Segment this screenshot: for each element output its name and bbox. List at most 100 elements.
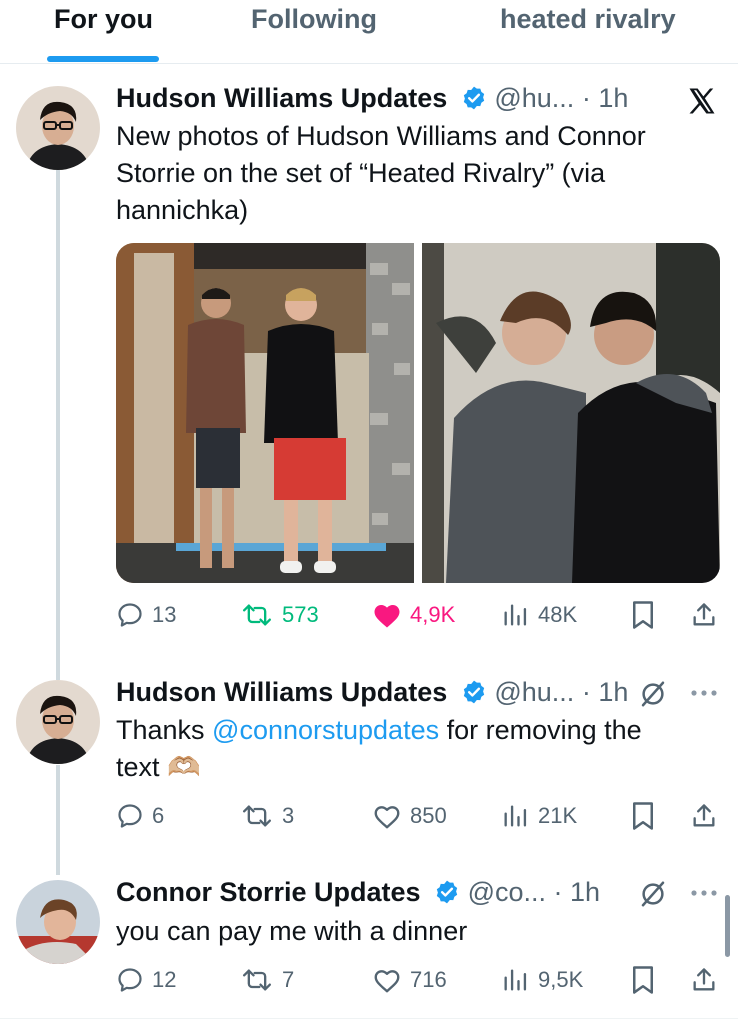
like-count: 716 <box>410 967 447 992</box>
tweet-actions: 12 7 716 9,5K <box>116 962 726 998</box>
tweet-text-line: hannichka) <box>116 195 249 225</box>
retweet-count: 3 <box>282 803 295 828</box>
author-handle[interactable]: @hu... <box>494 677 574 707</box>
timestamp[interactable]: 1h <box>570 877 600 907</box>
tweet-text: New photos of Hudson Williams and Connor… <box>116 118 646 229</box>
author-handle[interactable]: @hu... <box>494 83 574 113</box>
media-grid <box>116 243 720 583</box>
views-button[interactable]: 48K <box>500 597 577 633</box>
bookmark-button[interactable] <box>630 962 664 998</box>
retweet-button[interactable]: 7 <box>240 962 294 998</box>
x-logo-icon <box>689 88 715 114</box>
reply-count: 13 <box>152 602 177 627</box>
author-name[interactable]: Hudson Williams Updates <box>116 677 447 707</box>
share-button[interactable] <box>690 962 726 998</box>
avatar[interactable] <box>16 880 100 964</box>
timestamp[interactable]: 1h <box>598 677 628 707</box>
share-button[interactable] <box>690 798 726 834</box>
retweet-icon <box>243 604 271 626</box>
retweet-button[interactable]: 573 <box>240 597 319 633</box>
tweet-header: Hudson Williams Updates @hu... · 1h <box>116 677 628 711</box>
bookmark-button[interactable] <box>630 798 664 834</box>
views-chart-icon <box>504 604 527 626</box>
bookmark-icon <box>633 966 653 994</box>
scrollbar[interactable] <box>725 895 730 957</box>
views-count: 9,5K <box>538 967 584 992</box>
tweet-text-segment: for removing the <box>439 715 642 745</box>
author-handle[interactable]: @co... <box>468 877 546 907</box>
photo-set-image[interactable] <box>116 243 720 583</box>
tweet-actions: 13 573 4,9K 48K <box>116 597 726 633</box>
retweet-button[interactable]: 3 <box>240 798 294 834</box>
like-button[interactable]: 850 <box>372 798 447 834</box>
separator-dot: · <box>581 677 591 707</box>
like-count: 850 <box>410 803 447 828</box>
heart-filled-icon <box>374 605 400 628</box>
tweet-text-line: Storrie on the set of “Heated Rivalry” (… <box>116 158 606 188</box>
bookmark-button[interactable] <box>630 597 664 633</box>
timeline-tabs: For you Following heated rivalry <box>0 0 738 64</box>
retweet-count: 573 <box>282 602 319 627</box>
more-options-icon[interactable] <box>690 688 718 698</box>
heart-icon <box>374 970 400 993</box>
share-icon <box>693 968 715 991</box>
like-button[interactable]: 4,9K <box>372 597 455 633</box>
thread-connector-line <box>56 765 60 875</box>
reply-icon <box>118 804 142 828</box>
separator-dot: · <box>553 877 563 907</box>
reply-icon <box>118 968 142 992</box>
tweet-header: Connor Storrie Updates @co... · 1h <box>116 877 600 911</box>
more-options-icon[interactable] <box>690 888 718 898</box>
timestamp[interactable]: 1h <box>598 83 628 113</box>
thread-connector-line <box>56 170 60 680</box>
tweet-text-segment: Thanks <box>116 715 213 745</box>
like-count: 4,9K <box>410 602 456 627</box>
views-chart-icon <box>504 805 527 827</box>
bookmark-icon <box>633 601 653 629</box>
tweet-text-line: New photos of Hudson Williams and Connor <box>116 121 646 151</box>
reply-button[interactable]: 6 <box>116 798 164 834</box>
author-name[interactable]: Hudson Williams Updates <box>116 83 447 113</box>
tab-heated-rivalry[interactable]: heated rivalry <box>500 4 676 35</box>
views-count: 48K <box>538 602 578 627</box>
views-button[interactable]: 21K <box>500 798 577 834</box>
bookmark-icon <box>633 802 653 830</box>
views-count: 21K <box>538 803 578 828</box>
avatar[interactable] <box>16 86 100 170</box>
share-button[interactable] <box>690 597 726 633</box>
tweet-actions: 6 3 850 21K <box>116 798 726 834</box>
verified-badge-icon <box>463 86 485 110</box>
tweet-text: Thanks @connorstupdates for removing the… <box>116 712 642 786</box>
retweet-icon <box>243 969 271 991</box>
views-chart-icon <box>504 969 527 991</box>
retweet-icon <box>243 805 271 827</box>
grok-icon[interactable] <box>638 879 668 909</box>
tweet-text-line: Thanks @connorstupdates for removing the <box>116 712 642 749</box>
views-button[interactable]: 9,5K <box>500 962 583 998</box>
reply-count: 12 <box>152 967 177 992</box>
heart-icon <box>374 806 400 829</box>
tweet-header: Hudson Williams Updates @hu... · 1h <box>116 83 628 117</box>
bottom-divider <box>0 1018 738 1019</box>
reply-button[interactable]: 13 <box>116 597 176 633</box>
tab-following[interactable]: Following <box>251 4 377 35</box>
reply-icon <box>118 603 142 627</box>
tweet-text: you can pay me with a dinner <box>116 913 467 950</box>
active-tab-indicator <box>47 56 159 62</box>
share-icon <box>693 804 715 827</box>
separator-dot: · <box>581 83 591 113</box>
retweet-count: 7 <box>282 967 295 992</box>
grok-icon[interactable] <box>638 679 668 709</box>
like-button[interactable]: 716 <box>372 962 447 998</box>
tweet-text-line: you can pay me with a dinner <box>116 916 468 946</box>
share-icon <box>693 603 715 626</box>
tweet-text-line: text 🫶🏼 <box>116 752 201 782</box>
reply-count: 6 <box>152 803 165 828</box>
mention-link[interactable]: @connorstupdates <box>212 715 439 745</box>
reply-button[interactable]: 12 <box>116 962 176 998</box>
author-name[interactable]: Connor Storrie Updates <box>116 877 421 907</box>
avatar[interactable] <box>16 680 100 764</box>
verified-badge-icon <box>463 680 485 704</box>
tab-for-you[interactable]: For you <box>54 4 153 35</box>
verified-badge-icon <box>436 880 458 904</box>
